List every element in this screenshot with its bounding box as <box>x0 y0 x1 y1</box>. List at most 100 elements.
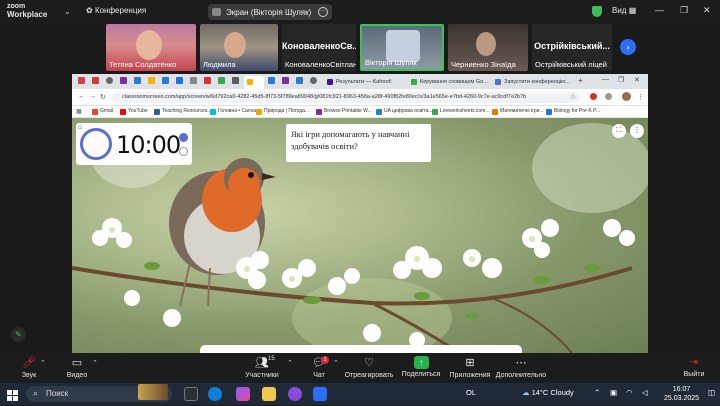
bookmark-teaching-resources[interactable]: Teaching Resources... <box>154 108 211 115</box>
tab-favicon[interactable] <box>268 77 275 84</box>
profile-avatar[interactable] <box>622 92 631 101</box>
browser-menu-icon[interactable]: ⋮ <box>637 93 644 101</box>
tab-favicon[interactable] <box>134 77 141 84</box>
widget-toolbar[interactable] <box>200 345 522 353</box>
close-icon[interactable]: ✕ <box>703 5 711 16</box>
tab-favicon[interactable] <box>204 77 211 84</box>
tray-app-icon[interactable]: ▣ <box>610 388 617 397</box>
tab-drive-storage[interactable]: Керування сховищем Go... <box>408 76 488 89</box>
close-icon[interactable]: ✕ <box>634 76 640 84</box>
tab-favicon[interactable] <box>310 77 317 84</box>
participants-chevron-icon[interactable]: ⌃ <box>287 359 293 367</box>
bookmark-ua-edu[interactable]: UA цифрова освіта... <box>376 108 432 115</box>
timer-widget[interactable]: 10:00 <box>76 123 192 165</box>
exit-icon: ⇥ <box>689 357 699 368</box>
more-options-icon[interactable]: ··· <box>318 7 328 17</box>
fullscreen-icon[interactable]: ⛶ <box>612 124 626 138</box>
participant-tile[interactable]: Черниенко Зінаїда <box>448 24 528 71</box>
chat-chevron-icon[interactable]: ⌃ <box>333 359 339 367</box>
clock[interactable]: 16:07 25.03.2025 <box>664 385 699 403</box>
tray-overflow-icon[interactable]: ⌃ <box>594 388 600 397</box>
participant-tile-active[interactable]: Вікторія Шуляк <box>360 24 444 71</box>
more-button[interactable]: ⋯ Дополнительно <box>494 356 548 379</box>
participant-tile[interactable]: Тетяна Солдатенко <box>106 24 196 71</box>
next-page-button[interactable]: › <box>620 39 636 55</box>
tab-favicon[interactable] <box>106 77 113 84</box>
apps-grid-icon[interactable]: ▦ <box>76 108 82 115</box>
wifi-icon[interactable]: ◠ <box>626 388 633 397</box>
shield-check-icon[interactable] <box>592 6 602 17</box>
tab-favicon[interactable] <box>282 77 289 84</box>
new-tab-icon[interactable]: + <box>578 76 583 85</box>
annotate-pencil-button[interactable]: ✎ <box>11 327 26 342</box>
participant-face <box>476 32 496 56</box>
weather-widget[interactable]: ☁ 14°C Cloudy <box>522 388 574 397</box>
taskbar-search-input[interactable]: ⌕ Поиск <box>26 384 172 402</box>
share-button[interactable]: ↑ Поделиться <box>400 356 442 378</box>
tab-favicon[interactable] <box>78 77 85 84</box>
screen-share-pill[interactable]: Экран (Вікторія Шуляк) ··· <box>208 4 332 20</box>
url-field[interactable]: classroomscreen.com/app/screen/w/6d792ca… <box>112 92 580 103</box>
bookmark-biology[interactable]: Biology for Pre-K P... <box>546 108 600 115</box>
react-button[interactable]: ♡ Отреагировать <box>344 356 394 379</box>
tab-active[interactable] <box>244 76 264 89</box>
bookmark-canva[interactable]: Головна • Canva <box>210 108 256 115</box>
forward-icon[interactable]: → <box>89 93 96 100</box>
meeting-menu[interactable]: ✿ Конференция <box>86 6 146 15</box>
language-indicator[interactable]: OL <box>466 388 476 397</box>
chat-button[interactable]: 💬︎ 1 Чат <box>306 356 332 379</box>
participant-tile[interactable]: КоноваленкоСв... КоноваленкоСвітлана <box>282 24 356 71</box>
tab-favicon[interactable] <box>176 77 183 84</box>
copilot-icon[interactable] <box>236 387 250 401</box>
tab-favicon[interactable] <box>162 77 169 84</box>
bookmark-youtube[interactable]: YouTube <box>120 108 148 115</box>
reset-icon[interactable] <box>179 147 188 156</box>
restore-icon[interactable]: ❐ <box>618 76 624 84</box>
minimize-icon[interactable]: — <box>655 5 664 15</box>
bookmark-star-icon[interactable]: ☆ <box>570 93 576 101</box>
edge-icon[interactable] <box>208 387 222 401</box>
extension-icon[interactable] <box>590 93 597 100</box>
play-icon[interactable] <box>179 133 188 142</box>
question-text-widget[interactable]: Які ігри допомагають у навчанні здобувач… <box>286 124 431 162</box>
extension-icon[interactable] <box>605 93 612 100</box>
video-button[interactable]: ▭ Видео <box>62 356 92 379</box>
widget-menu-icon[interactable]: ⋮ <box>630 124 644 138</box>
bookmark-math-games[interactable]: Математичні ігри... <box>492 108 544 115</box>
notifications-icon[interactable]: ◫ <box>708 388 715 397</box>
tab-favicon[interactable] <box>92 77 99 84</box>
apps-button[interactable]: ⊞ Приложения <box>448 356 492 379</box>
reload-icon[interactable]: ↻ <box>100 93 106 101</box>
back-icon[interactable]: ← <box>78 93 85 100</box>
tab-favicon[interactable] <box>190 77 197 84</box>
minimize-icon[interactable]: — <box>602 76 609 83</box>
tab-favicon[interactable] <box>218 77 225 84</box>
bookmark-printable[interactable]: Browse Printable W... <box>316 108 372 115</box>
view-menu[interactable]: Вид ▦ <box>612 6 636 15</box>
restore-icon[interactable]: ❐ <box>680 5 688 16</box>
participant-tile[interactable]: Людмила <box>200 24 278 71</box>
tab-favicon[interactable] <box>296 77 303 84</box>
chevron-down-icon[interactable]: ⌄ <box>64 7 71 16</box>
leave-button[interactable]: ⇥ Выйти <box>680 356 708 378</box>
tab-favicon[interactable] <box>232 77 239 84</box>
video-options-chevron-icon[interactable]: ⌃ <box>92 359 98 367</box>
participants-button[interactable]: 👥︎ 15 Участники <box>242 356 282 379</box>
home-icon[interactable]: ⌂ <box>78 124 82 131</box>
tab-start-conference[interactable]: Запустити конференцію... <box>492 76 572 89</box>
tab-kahoot[interactable]: Результати — Kahoot! <box>324 76 404 89</box>
bookmark-gmail[interactable]: Gmail <box>92 108 113 115</box>
participant-strip: Тетяна Солдатенко Людмила КоноваленкоСв.… <box>0 24 720 74</box>
participant-tile[interactable]: Острійківський... Острійківський ліцей <box>532 24 612 71</box>
audio-options-chevron-icon[interactable]: ⌃ <box>40 359 46 367</box>
zoom-taskbar-icon[interactable] <box>313 387 327 401</box>
viber-icon[interactable] <box>288 387 302 401</box>
windows-start-icon[interactable] <box>7 388 18 401</box>
bookmark-liveworksheets[interactable]: Liveworksheets.com... <box>432 108 489 115</box>
bookmark-weather[interactable]: Природа | Погода... <box>256 108 309 115</box>
tab-favicon[interactable] <box>148 77 155 84</box>
tab-favicon[interactable] <box>120 77 127 84</box>
speaker-icon[interactable]: ◁ <box>642 388 648 397</box>
task-view-icon[interactable] <box>184 387 198 401</box>
file-explorer-icon[interactable] <box>262 387 276 401</box>
